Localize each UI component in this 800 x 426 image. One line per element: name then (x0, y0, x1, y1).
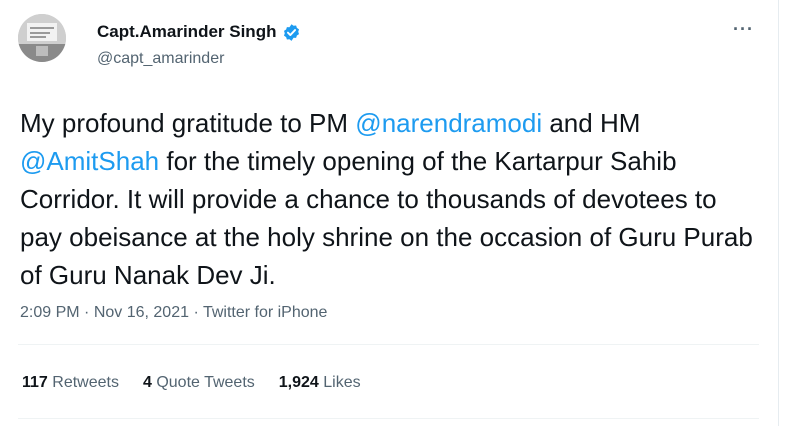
quotes-label: Quote Tweets (156, 374, 255, 391)
meta-separator: · (189, 304, 203, 321)
author-name-row: Capt.Amarinder Singh (97, 22, 301, 42)
mention-amitshah[interactable]: @AmitShah (20, 146, 159, 176)
quotes-count: 4 (142, 374, 152, 391)
tweet-text-part: My profound gratitude to PM (20, 108, 356, 138)
avatar-image (18, 14, 66, 62)
meta-separator: · (79, 304, 94, 321)
quote-tweets-stat[interactable]: 4 Quote Tweets (143, 374, 255, 392)
more-options-icon[interactable]: ··· (733, 20, 754, 38)
tweet-meta: 2:09 PM · Nov 16, 2021 · Twitter for iPh… (20, 304, 327, 322)
retweets-count: 117 (22, 374, 48, 391)
retweets-label: Retweets (52, 374, 119, 391)
tweet-source[interactable]: Twitter for iPhone (203, 304, 328, 321)
display-name[interactable]: Capt.Amarinder Singh (97, 22, 276, 42)
tweet-card: Capt.Amarinder Singh @capt_amarinder ···… (0, 0, 779, 426)
verified-badge-icon (282, 23, 301, 42)
tweet-date[interactable]: Nov 16, 2021 (94, 304, 189, 321)
likes-label: Likes (323, 374, 361, 391)
divider (18, 344, 759, 345)
mention-narendramodi[interactable]: @narendramodi (355, 108, 542, 138)
tweet-text-part: and HM (542, 108, 641, 138)
retweets-stat[interactable]: 117 Retweets (22, 374, 119, 392)
tweet-stats: 117 Retweets 4 Quote Tweets 1,924 Likes (22, 374, 361, 392)
avatar[interactable] (18, 14, 66, 62)
likes-stat[interactable]: 1,924 Likes (279, 374, 361, 392)
likes-count: 1,924 (278, 374, 319, 391)
tweet-text: My profound gratitude to PM @narendramod… (20, 104, 765, 294)
divider (18, 418, 759, 419)
user-handle[interactable]: @capt_amarinder (97, 50, 224, 68)
tweet-time[interactable]: 2:09 PM (20, 304, 80, 321)
